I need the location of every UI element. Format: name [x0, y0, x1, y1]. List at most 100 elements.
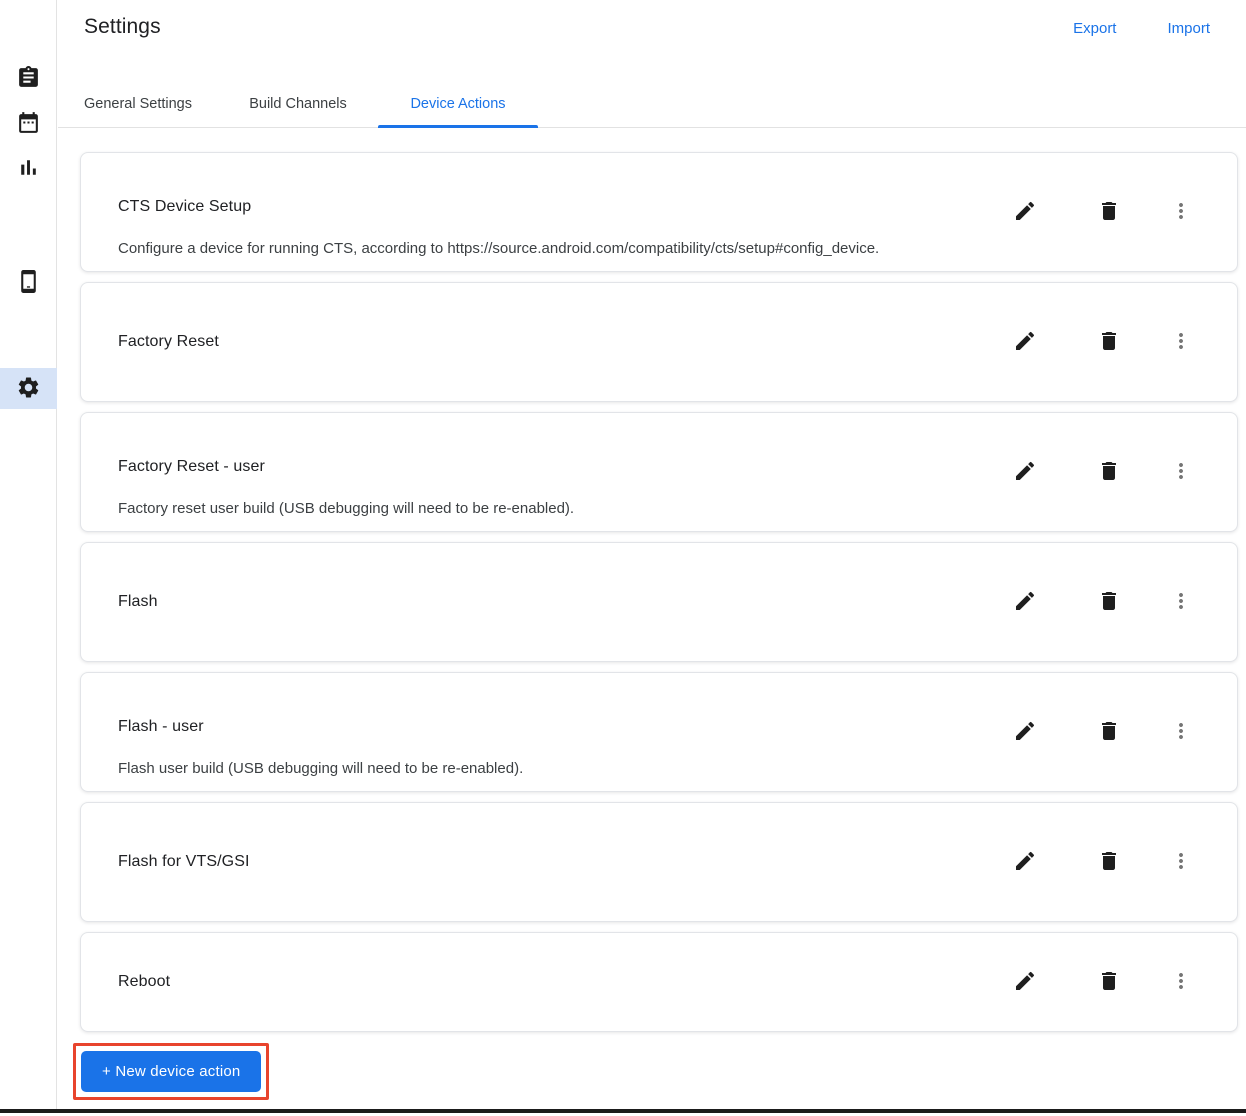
smartphone-icon — [16, 269, 41, 297]
device-action-card: CTS Device Setup Configure a device for … — [80, 152, 1238, 272]
device-action-card: Factory Reset - user Factory reset user … — [80, 412, 1238, 532]
device-action-list: CTS Device Setup Configure a device for … — [80, 152, 1238, 1032]
delete-icon — [1097, 849, 1121, 876]
edit-button[interactable] — [1005, 842, 1045, 882]
device-action-title: Flash — [118, 593, 158, 610]
device-action-buttons — [1005, 283, 1237, 401]
new-device-action-button[interactable]: + New device action — [81, 1051, 262, 1092]
delete-button[interactable] — [1089, 322, 1129, 362]
more-vert-icon — [1169, 719, 1193, 746]
edit-icon — [1013, 589, 1037, 616]
settings-main: Settings Export Import General Settings … — [58, 0, 1246, 1109]
device-action-card: Reboot — [80, 932, 1238, 1032]
device-action-title: Factory Reset — [118, 333, 219, 350]
edit-button[interactable] — [1005, 582, 1045, 622]
delete-icon — [1097, 459, 1121, 486]
sidebar-item-settings[interactable] — [0, 368, 57, 409]
sidebar-item-test-plans[interactable] — [0, 103, 57, 144]
device-action-info: Factory Reset - user Factory reset user … — [81, 413, 1005, 531]
more-vert-icon — [1169, 589, 1193, 616]
device-action-buttons — [1005, 933, 1237, 1031]
edit-button[interactable] — [1005, 962, 1045, 1002]
sidebar-item-devices[interactable] — [0, 262, 57, 303]
edit-icon — [1013, 459, 1037, 486]
delete-button[interactable] — [1089, 582, 1129, 622]
device-action-title: Factory Reset - user — [118, 458, 265, 475]
more-vert-icon — [1169, 969, 1193, 996]
settings-tabs: General Settings Build Channels Device A… — [58, 81, 1246, 128]
bar-chart-icon — [16, 155, 41, 183]
device-action-buttons — [1005, 413, 1237, 531]
delete-icon — [1097, 969, 1121, 996]
device-action-title: Flash - user — [118, 718, 204, 735]
device-action-buttons — [1005, 673, 1237, 791]
export-button[interactable]: Export — [1073, 20, 1116, 37]
settings-gear-icon — [16, 375, 41, 403]
device-action-info: Reboot — [81, 933, 1005, 1031]
more-vert-icon — [1169, 199, 1193, 226]
import-button[interactable]: Import — [1167, 20, 1210, 37]
device-action-buttons — [1005, 803, 1237, 921]
delete-button[interactable] — [1089, 962, 1129, 1002]
page-title: Settings — [84, 15, 161, 38]
device-action-title: Reboot — [118, 973, 171, 990]
delete-icon — [1097, 329, 1121, 356]
device-action-card: Flash for VTS/GSI — [80, 802, 1238, 922]
more-options-button[interactable] — [1161, 582, 1201, 622]
assignment-icon — [16, 65, 41, 93]
edit-icon — [1013, 849, 1037, 876]
edit-icon — [1013, 969, 1037, 996]
device-action-title: Flash for VTS/GSI — [118, 853, 250, 870]
annotation-highlight-box: + New device action — [73, 1043, 270, 1100]
device-action-info: CTS Device Setup Configure a device for … — [81, 153, 1005, 271]
delete-icon — [1097, 199, 1121, 226]
device-action-card: Factory Reset — [80, 282, 1238, 402]
header-links: Export Import — [1073, 20, 1210, 37]
delete-button[interactable] — [1089, 842, 1129, 882]
edit-icon — [1013, 199, 1037, 226]
device-action-card: Flash - user Flash user build (USB debug… — [80, 672, 1238, 792]
tab-device-actions[interactable]: Device Actions — [378, 81, 538, 128]
device-action-description: Configure a device for running CTS, acco… — [118, 240, 880, 257]
more-options-button[interactable] — [1161, 192, 1201, 232]
tab-general-settings[interactable]: General Settings — [58, 81, 218, 127]
edit-button[interactable] — [1005, 452, 1045, 492]
sidebar-item-test-results[interactable] — [0, 148, 57, 189]
edit-icon — [1013, 329, 1037, 356]
more-options-button[interactable] — [1161, 962, 1201, 1002]
device-action-info: Flash — [81, 543, 1005, 661]
nav-rail — [0, 0, 57, 1109]
delete-icon — [1097, 589, 1121, 616]
more-vert-icon — [1169, 849, 1193, 876]
sidebar-item-tests[interactable] — [0, 58, 57, 99]
more-vert-icon — [1169, 329, 1193, 356]
more-options-button[interactable] — [1161, 712, 1201, 752]
device-action-title: CTS Device Setup — [118, 198, 252, 215]
device-action-buttons — [1005, 543, 1237, 661]
edit-button[interactable] — [1005, 192, 1045, 232]
device-action-description: Flash user build (USB debugging will nee… — [118, 760, 524, 777]
edit-icon — [1013, 719, 1037, 746]
more-options-button[interactable] — [1161, 842, 1201, 882]
device-action-info: Flash - user Flash user build (USB debug… — [81, 673, 1005, 791]
device-action-description: Factory reset user build (USB debugging … — [118, 500, 575, 517]
edit-button[interactable] — [1005, 712, 1045, 752]
device-action-card: Flash — [80, 542, 1238, 662]
delete-icon — [1097, 719, 1121, 746]
device-action-info: Factory Reset — [81, 283, 1005, 401]
calendar-icon — [16, 110, 41, 138]
settings-screen: Settings Export Import General Settings … — [0, 0, 1246, 1116]
delete-button[interactable] — [1089, 712, 1129, 752]
page-header: Settings Export Import — [58, 0, 1246, 81]
device-action-info: Flash for VTS/GSI — [81, 803, 1005, 921]
device-action-buttons — [1005, 153, 1237, 271]
delete-button[interactable] — [1089, 192, 1129, 232]
device-actions-panel: CTS Device Setup Configure a device for … — [58, 128, 1246, 1100]
window-bottom-edge — [0, 1109, 1246, 1113]
more-vert-icon — [1169, 459, 1193, 486]
edit-button[interactable] — [1005, 322, 1045, 362]
tab-build-channels[interactable]: Build Channels — [218, 81, 378, 127]
more-options-button[interactable] — [1161, 452, 1201, 492]
more-options-button[interactable] — [1161, 322, 1201, 362]
delete-button[interactable] — [1089, 452, 1129, 492]
